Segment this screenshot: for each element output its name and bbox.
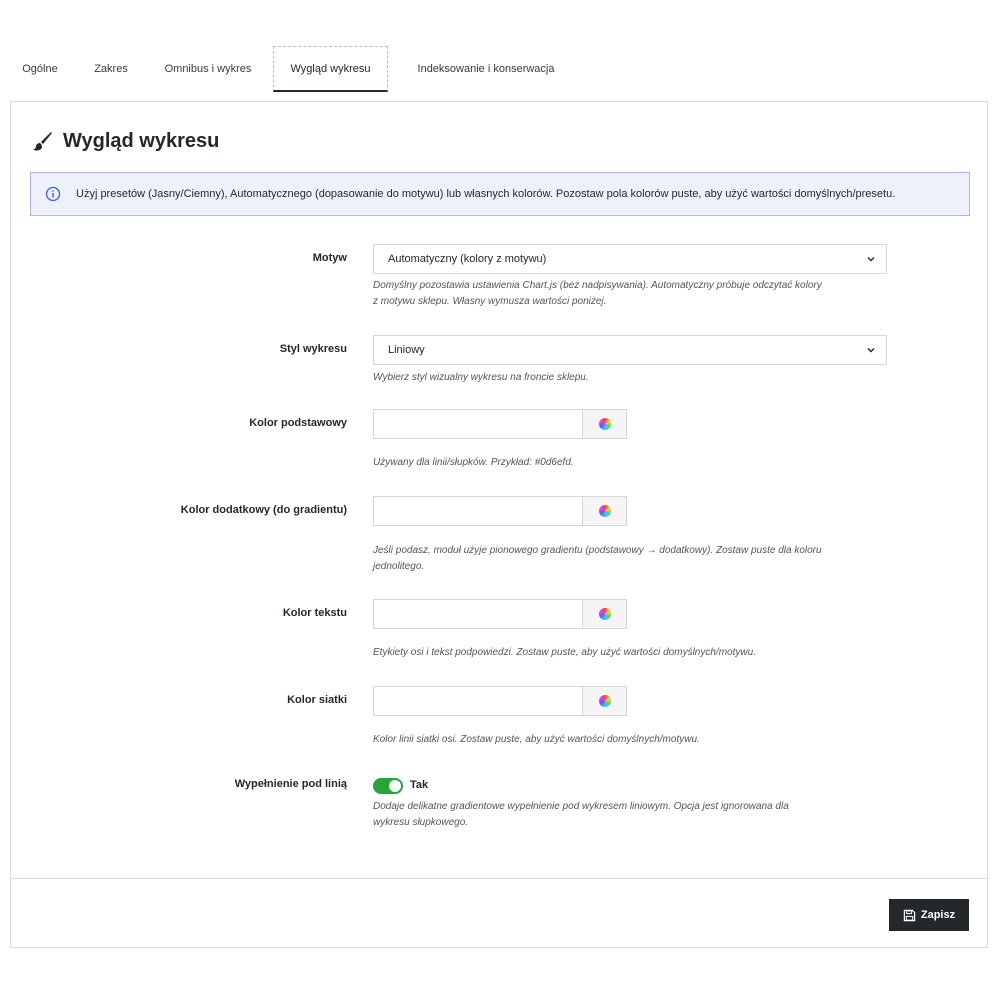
secondary-color-help-line-1: Jeśli podasz, moduł użyje pionowego grad… [373,545,822,556]
chevron-down-icon [867,257,875,262]
grid-color-label: Kolor siatki [287,694,347,706]
panel-header: Wygląd wykresu [31,126,219,156]
theme-help-line-2: z motywu sklepu. Własny wymusza wartości… [373,296,607,307]
color-wheel-icon [598,505,611,517]
secondary-color-input[interactable] [373,496,583,526]
primary-color-help: Używany dla linii/słupków. Przykład: #0d… [373,457,574,468]
footer-divider [11,878,987,879]
secondary-color-help-line-2: jednolitego. [373,561,425,572]
theme-label: Motyw [312,252,347,264]
color-wheel-icon [598,418,611,430]
secondary-color-label: Kolor dodatkowy (do gradientu) [180,504,347,516]
tab-general[interactable]: Ogólne [10,46,70,92]
alert-text: Użyj presetów (Jasny/Ciemny), Automatycz… [76,188,896,200]
color-wheel-icon [598,695,611,707]
panel-title: Wygląd wykresu [63,129,220,152]
chevron-down-icon [867,348,875,353]
text-color-input[interactable] [373,599,583,629]
floppy-disk-icon [903,909,916,921]
theme-select-value: Automatyczny (kolory z motywu) [388,253,547,265]
grid-color-help: Kolor linii siatki osi. Zostaw puste, ab… [373,734,700,745]
theme-help-line-1: Domyślny pozostawia ustawienia Chart.js … [373,280,822,291]
secondary-color-help: Jeśli podasz, moduł użyje pionowego grad… [373,543,893,575]
tab-omnibus-chart[interactable]: Omnibus i wykres [150,46,266,92]
primary-color-label: Kolor podstawowy [249,417,347,429]
info-icon [45,186,61,202]
style-help: Wybierz styl wizualny wykresu na froncie… [373,372,589,383]
grid-color-input[interactable] [373,686,583,716]
text-color-help: Etykiety osi i tekst podpowiedzi. Zostaw… [373,647,756,658]
fill-toggle[interactable] [373,778,403,794]
save-button[interactable]: Zapisz [889,899,969,931]
text-color-label: Kolor tekstu [282,607,347,619]
settings-panel: Wygląd wykresu Użyj presetów (Jasny/Ciem… [10,101,988,948]
save-label: Zapisz [920,909,956,921]
color-wheel-icon [598,608,611,620]
fill-help-line-1: Dodaje delikatne gradientowe wypełnienie… [373,801,789,812]
paintbrush-icon [33,132,52,151]
fill-help-line-2: wykresu słupkowego. [373,817,469,828]
style-select[interactable]: Liniowy [373,335,887,365]
fill-toggle-label: Tak [410,779,429,791]
tab-range[interactable]: Zakres [86,46,136,92]
secondary-color-picker-button[interactable] [582,496,627,526]
tab-indexing-maintenance[interactable]: Indeksowanie i konserwacja [396,46,576,92]
text-color-picker-button[interactable] [582,599,627,629]
theme-help: Domyślny pozostawia ustawienia Chart.js … [373,278,893,310]
theme-select[interactable]: Automatyczny (kolory z motywu) [373,244,887,274]
fill-label: Wypełnienie pod linią [234,778,347,790]
grid-color-picker-button[interactable] [582,686,627,716]
fill-help: Dodaje delikatne gradientowe wypełnienie… [373,799,893,831]
primary-color-input[interactable] [373,409,583,439]
primary-color-picker-button[interactable] [582,409,627,439]
toggle-knob [389,780,401,792]
tab-chart-appearance[interactable]: Wygląd wykresu [273,46,388,92]
info-alert: Użyj presetów (Jasny/Ciemny), Automatycz… [30,172,970,216]
style-label: Styl wykresu [279,343,347,355]
settings-tabs: Ogólne Zakres Omnibus i wykres Wygląd wy… [10,46,990,92]
style-select-value: Liniowy [388,344,425,356]
